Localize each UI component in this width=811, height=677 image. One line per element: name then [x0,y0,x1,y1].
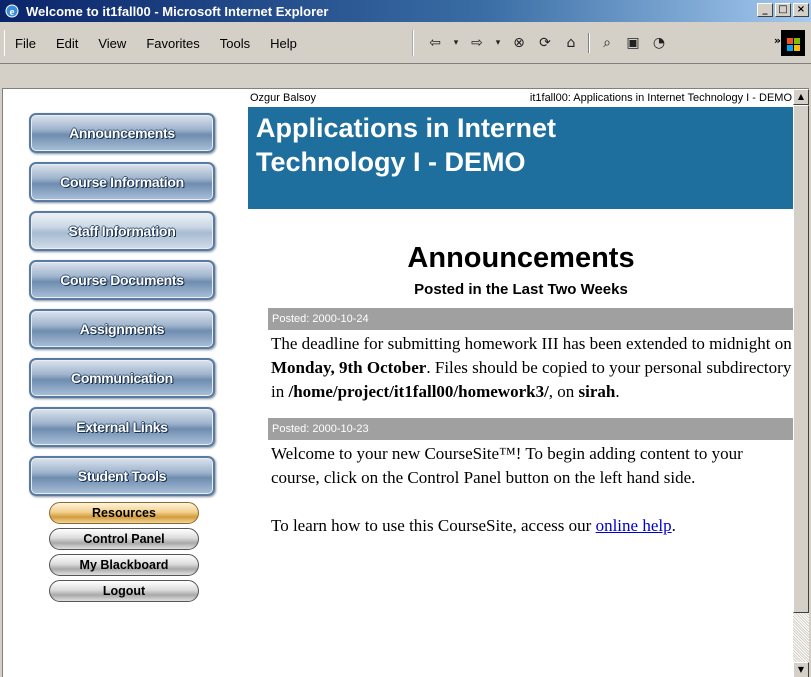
refresh-icon[interactable]: ⟳ [536,35,554,51]
nav-announcements-button[interactable]: Announcements [29,113,215,153]
nav-staff-information-button[interactable]: Staff Information [29,211,215,251]
toolbar-separator [588,33,590,53]
nav-course-information-button[interactable]: Course Information [29,162,215,202]
nav-communication-button[interactable]: Communication [29,358,215,398]
favorites-icon[interactable]: ▣ [624,35,642,51]
frame-border [0,64,811,88]
close-button[interactable]: × [793,3,809,17]
logout-button[interactable]: Logout [49,580,199,602]
stop-icon[interactable]: ⊗ [510,35,528,51]
welcome-paragraph: Welcome to your new CourseSite™! To begi… [271,444,743,487]
course-header-line: Ozgur Balsoy it1fall00: Applications in … [248,89,794,107]
back-dropdown-icon[interactable]: ▾ [452,38,460,48]
forward-icon[interactable]: ⇨ [468,35,486,51]
instructor-name: Ozgur Balsoy [250,92,317,104]
menu-view[interactable]: View [98,36,126,51]
announcement-date: Posted: 2000-10-24 [268,308,798,330]
home-icon[interactable]: ⌂ [562,35,580,51]
back-icon[interactable]: ⇦ [426,35,444,51]
windows-flag-icon [781,30,805,56]
window-controls: _ □ × [757,3,809,17]
scroll-thumb[interactable] [793,105,809,613]
browser-viewport: Announcements Course Information Staff I… [2,88,809,677]
menu-bar: File Edit View Favorites Tools Help [4,30,317,56]
course-id-title: it1fall00: Applications in Internet Tech… [529,92,792,104]
search-icon[interactable]: ⌕ [598,35,616,51]
announcement-text: The deadline for submitting homework III… [271,334,792,353]
menu-file[interactable]: File [15,36,36,51]
scroll-track[interactable] [793,613,809,662]
svg-text:e: e [10,6,15,18]
control-panel-button[interactable]: Control Panel [49,528,199,550]
maximize-button[interactable]: □ [775,3,791,17]
toolbar-chevron[interactable]: » [774,34,781,47]
nav-student-tools-button[interactable]: Student Tools [29,456,215,496]
page-title: Announcements [407,242,635,274]
window-title: Welcome to it1fall00 - Microsoft Interne… [26,3,329,19]
scroll-up-button[interactable]: ▲ [793,89,809,105]
main-content: Ozgur Balsoy it1fall00: Applications in … [248,89,798,542]
announcement-text: . [615,382,620,401]
announcement-body: Welcome to your new CourseSite™! To begi… [268,440,798,542]
forward-dropdown-icon[interactable]: ▾ [494,38,502,48]
online-help-link[interactable]: online help [596,516,672,535]
deadline-date: Monday, 9th October [271,358,427,377]
history-icon[interactable]: ◔ [650,35,668,51]
help-text-end: . [671,516,676,535]
scroll-down-button[interactable]: ▼ [793,662,809,677]
menu-help[interactable]: Help [270,36,297,51]
page-subtitle: Posted in the Last Two Weeks [414,281,628,298]
menu-toolbar-row: File Edit View Favorites Tools Help ⇦ ▾ … [0,22,811,64]
server-name: sirah [578,382,616,401]
course-banner: Applications in Internet Technology I - … [248,107,794,209]
announcement-body: The deadline for submitting homework III… [268,330,798,408]
homework-path: /home/project/it1fall00/homework3/ [288,382,549,401]
my-blackboard-button[interactable]: My Blackboard [49,554,199,576]
announcement-text: , on [548,382,579,401]
standard-toolbar: ⇦ ▾ ⇨ ▾ ⊗ ⟳ ⌂ ⌕ ▣ ◔ [412,30,668,56]
course-navigation: Announcements Course Information Staff I… [29,113,219,606]
window-titlebar[interactable]: e Welcome to it1fall00 - Microsoft Inter… [0,0,811,22]
nav-external-links-button[interactable]: External Links [29,407,215,447]
announcement-list: Posted: 2000-10-24 The deadline for subm… [268,308,798,542]
banner-title-line2: Technology I - DEMO [256,147,526,177]
help-text: To learn how to use this CourseSite, acc… [271,516,596,535]
nav-course-documents-button[interactable]: Course Documents [29,260,215,300]
ie-logo-icon: e [4,3,20,19]
nav-assignments-button[interactable]: Assignments [29,309,215,349]
menu-tools[interactable]: Tools [220,36,250,51]
menu-edit[interactable]: Edit [56,36,78,51]
banner-title-line1: Applications in Internet [256,113,557,143]
minimize-button[interactable]: _ [757,3,773,17]
resources-button[interactable]: Resources [49,502,199,524]
announcement-date: Posted: 2000-10-23 [268,418,798,440]
vertical-scrollbar[interactable]: ▲ ▼ [793,89,809,677]
help-paragraph: To learn how to use this CourseSite, acc… [271,514,792,538]
menu-favorites[interactable]: Favorites [146,36,199,51]
